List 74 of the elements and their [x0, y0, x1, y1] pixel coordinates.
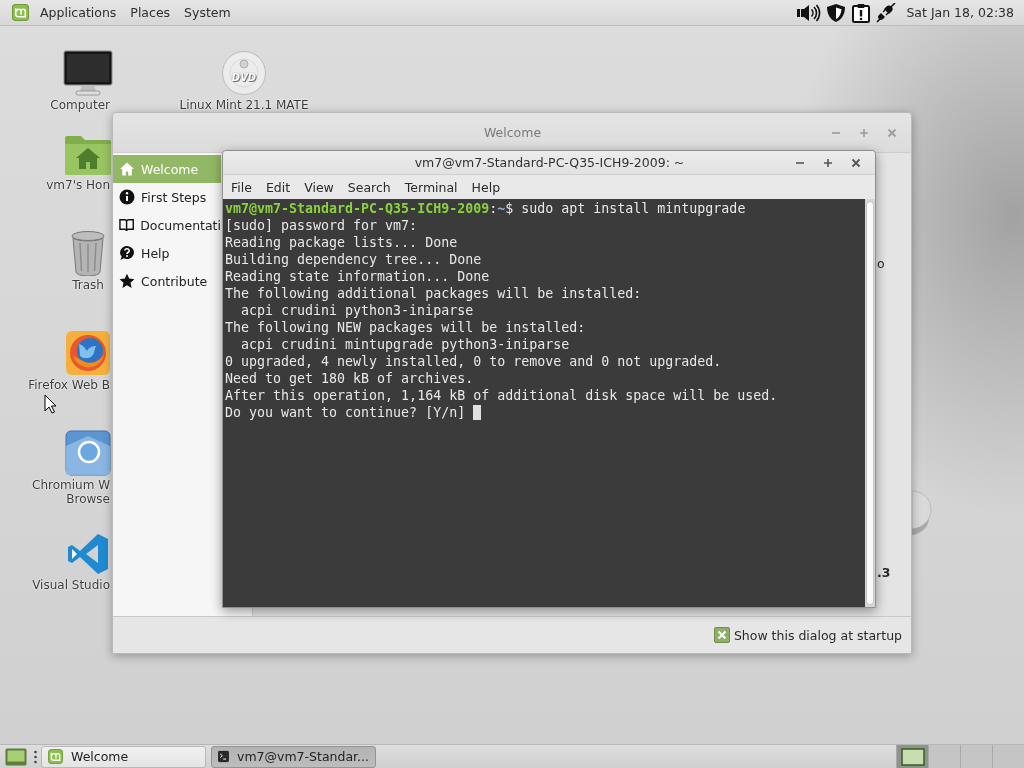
terminal-output-line: acpi crudini mintupgrade python3-iniparse	[241, 336, 570, 353]
command-prompt-line: vm7@vm7-Standard-PC-Q35-ICH9-2009:~$ sudo apt install mintupgrade	[225, 200, 746, 217]
book-icon	[119, 217, 135, 233]
plug-icon	[875, 2, 898, 23]
trash-can-icon	[70, 230, 106, 276]
desktop-screen-icon	[5, 747, 27, 766]
workspace-button[interactable]	[896, 744, 928, 768]
panel-menu[interactable]: Applications	[33, 0, 124, 25]
maximize-icon	[823, 157, 833, 168]
terminal-prompt-question: Do you want to continue? [Y/n]	[225, 404, 466, 421]
desktop-icon-label[interactable]: Chromium W Browse	[32, 478, 110, 506]
task-button[interactable]: vm7@vm7-Standar...	[211, 745, 376, 768]
terminal-output-line: Building dependency tree... Done	[225, 251, 482, 268]
clipboard-alert-icon	[851, 2, 872, 23]
terminal-output-line: The following NEW packages will be installed:	[225, 319, 586, 336]
terminal-output-line: 0 upgraded, 4 newly installed, 0 to remove and 0 not upgraded.	[225, 353, 722, 370]
terminal-output-line: [sudo] password for vm7:	[225, 217, 418, 234]
info-icon	[119, 189, 135, 205]
window-thumbnail-icon	[900, 747, 925, 766]
sidebar-item[interactable]: Documentati	[113, 211, 221, 239]
mint-logo-icon	[48, 749, 63, 764]
network-button[interactable]	[874, 0, 899, 25]
terminal-output-line: Reading state information... Done	[225, 268, 490, 285]
desktop-icon-label[interactable]: Computer	[50, 98, 110, 112]
menu-item[interactable]: Search	[340, 176, 398, 198]
volume-icon	[796, 3, 822, 22]
x-mark-icon	[716, 630, 727, 640]
menu-item[interactable]: Help	[464, 176, 508, 198]
window-title: vm7@vm7-Standard-PC-Q35-ICH9-2009: ~	[414, 155, 685, 170]
shield-icon	[825, 2, 848, 23]
close-icon	[887, 127, 897, 138]
close-icon	[851, 157, 861, 168]
mouse-pointer-icon	[44, 394, 57, 414]
content-text: o	[877, 256, 885, 271]
disc-icon	[221, 50, 267, 96]
sidebar-item[interactable]: First Steps	[113, 183, 221, 211]
disc-logo-text: DVD	[231, 72, 257, 83]
startup-checkbox[interactable]	[713, 627, 730, 643]
menu-item[interactable]: Edit	[258, 176, 298, 198]
task-button[interactable]: Welcome	[41, 745, 206, 768]
panel-menu[interactable]: Places	[123, 0, 178, 25]
window-title: Welcome	[483, 125, 542, 140]
terminal-icon	[218, 749, 229, 764]
desktop-icon-label[interactable]: Firefox Web B	[28, 378, 110, 392]
terminal-output-line: Need to get 180 kB of archives.	[225, 370, 474, 387]
clock[interactable]: Sat Jan 18, 02:38	[900, 0, 1018, 25]
content-text: .3	[877, 565, 891, 580]
browser-globe-icon	[65, 330, 111, 376]
sidebar-item[interactable]: Help	[113, 239, 221, 267]
checkbox-label: Show this dialog at startup	[733, 627, 902, 643]
desktop-icon-label[interactable]: vm7's Hon	[46, 178, 110, 192]
terminal-output-line: Reading package lists... Done	[225, 234, 458, 251]
sidebar-item[interactable]: Contribute	[113, 267, 221, 295]
menu-item[interactable]: View	[297, 176, 341, 198]
menu-logo-button[interactable]	[12, 4, 29, 21]
terminal-output-line: acpi crudini python3-iniparse	[241, 302, 474, 319]
help-icon	[119, 245, 135, 261]
block-cursor-icon	[473, 405, 482, 420]
code-editor-icon	[66, 532, 110, 576]
panel-menu[interactable]: System	[177, 0, 238, 25]
menu-item[interactable]: Terminal	[397, 176, 465, 198]
mint-logo-icon	[12, 4, 29, 21]
home-icon	[119, 161, 135, 177]
home-folder-icon	[64, 134, 112, 176]
star-icon	[119, 273, 135, 289]
terminal-output-line: The following additional packages will be installed:	[225, 285, 642, 302]
maximize-icon	[859, 127, 869, 138]
menu-item[interactable]: File	[224, 176, 259, 198]
desktop-icon-label[interactable]: Linux Mint 21.1 MATE	[179, 98, 309, 112]
desktop-icon-label[interactable]: Visual Studio	[32, 578, 110, 592]
terminal-output-line: After this operation, 1,164 kB of additional disk space will be used.	[225, 387, 778, 404]
desktop-icon-label[interactable]: Trash	[72, 278, 104, 292]
monitor-icon	[63, 50, 113, 96]
drag-handle-icon	[34, 749, 37, 764]
